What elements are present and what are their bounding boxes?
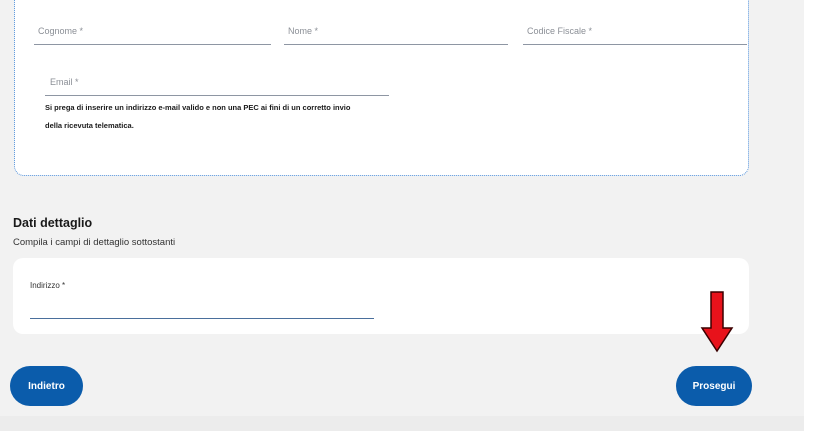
codice-fiscale-placeholder: Codice Fiscale * [527,26,593,36]
indirizzo-field[interactable]: Indirizzo * [30,280,374,319]
personal-data-card: Cognome * Nome * Codice Fiscale * Email … [14,0,749,176]
cognome-field[interactable]: Cognome * [34,26,271,45]
nome-placeholder: Nome * [288,26,319,36]
cognome-placeholder: Cognome * [38,26,84,36]
email-field[interactable]: Email * [45,77,389,96]
email-hint-line-1: Si prega di inserire un indirizzo e-mail… [45,103,351,112]
codice-fiscale-field[interactable]: Codice Fiscale * [523,26,747,45]
section-subtitle: Compila i campi di dettaglio sottostanti [13,237,176,248]
email-hint: Si prega di inserire un indirizzo e-mail… [45,99,405,135]
red-down-arrow-icon [700,291,734,353]
email-placeholder: Email * [50,77,79,87]
footer-strip [0,416,804,431]
email-hint-line-2: della ricevuta telematica. [45,121,134,130]
nome-field[interactable]: Nome * [284,26,508,45]
section-title: Dati dettaglio [13,216,93,230]
back-button[interactable]: Indietro [10,366,83,406]
next-button[interactable]: Prosegui [676,366,752,406]
indirizzo-label: Indirizzo * [30,281,66,290]
right-gutter [804,0,816,431]
